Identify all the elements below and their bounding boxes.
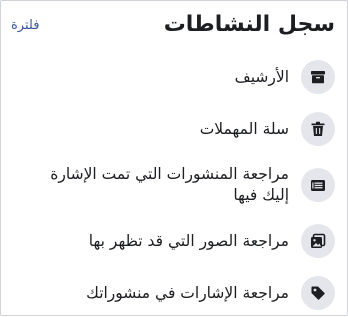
menu-item-review-tags[interactable]: مراجعة الإشارات في منشوراتك (1, 269, 347, 317)
menu-item-trash[interactable]: سلة المهملات (1, 101, 347, 157)
page-title: سجل النشاطات (163, 12, 335, 37)
activity-menu: الأرشيف سلة المهملات مراجعة المنشورات ال… (1, 53, 347, 317)
menu-item-label: سلة المهملات (199, 119, 289, 138)
filter-link[interactable]: فلترة (11, 17, 39, 35)
photos-icon (301, 224, 335, 258)
menu-item-label: الأرشيف (234, 67, 289, 86)
tagged-posts-icon (301, 168, 335, 202)
activity-log-panel: سجل النشاطات فلترة الأرشيف سلة المهملات … (0, 0, 348, 316)
menu-item-review-tagged-posts[interactable]: مراجعة المنشورات التي تمت الإشارة إليك ف… (1, 157, 347, 213)
tag-icon (301, 276, 335, 310)
menu-item-label: مراجعة المنشورات التي تمت الإشارة إليك ف… (50, 165, 289, 204)
panel-header: سجل النشاطات فلترة (1, 1, 347, 51)
menu-item-review-photos[interactable]: مراجعة الصور التي قد تظهر بها (1, 213, 347, 269)
trash-icon (301, 112, 335, 146)
archive-icon (301, 60, 335, 94)
menu-item-label: مراجعة الإشارات في منشوراتك (86, 283, 289, 302)
menu-item-label: مراجعة الصور التي قد تظهر بها (88, 231, 289, 250)
menu-item-archive[interactable]: الأرشيف (1, 53, 347, 101)
